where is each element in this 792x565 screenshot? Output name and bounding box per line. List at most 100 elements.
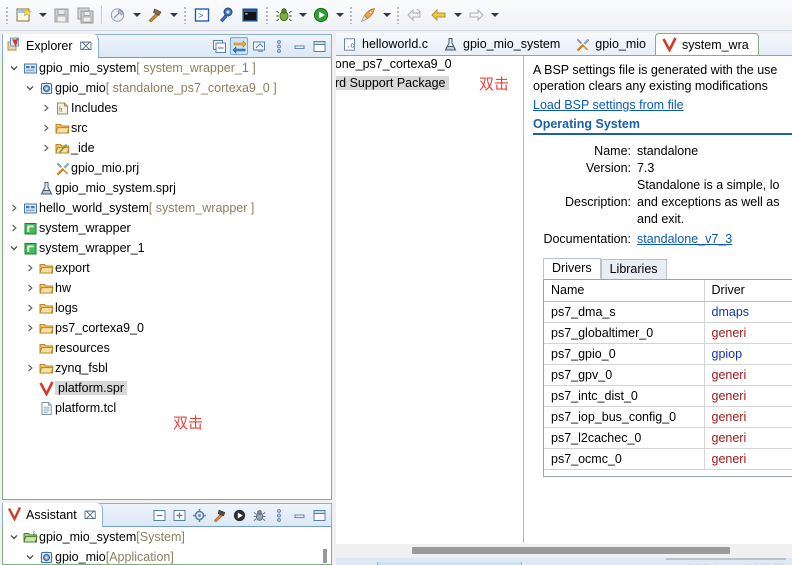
- tab-assistant[interactable]: Assistant ⌧: [3, 503, 104, 527]
- twisty-collapsed-icon[interactable]: [39, 143, 53, 153]
- tab-explorer[interactable]: Explorer ⌧: [3, 34, 100, 58]
- xsct-console-icon[interactable]: >: [190, 3, 214, 27]
- run-icon[interactable]: [309, 3, 333, 27]
- twisty-collapsed-icon[interactable]: [23, 363, 37, 373]
- maximize-icon[interactable]: [310, 37, 328, 55]
- explorer-tree-item-row[interactable]: hw: [3, 278, 331, 298]
- table-row[interactable]: ps7_iop_bus_config_0 generi: [544, 406, 792, 428]
- explorer-tree-item-row[interactable]: system_wrapper_1: [3, 238, 331, 258]
- twisty-collapsed-icon[interactable]: [23, 283, 37, 293]
- twisty-collapsed-icon[interactable]: [39, 103, 53, 113]
- collapse-all-icon[interactable]: [150, 506, 168, 524]
- twisty-expanded-icon[interactable]: [23, 83, 37, 93]
- explorer-tree-item-row[interactable]: platform.tcl: [3, 398, 331, 418]
- previous-annotation-dropdown-arrow[interactable]: [451, 3, 464, 27]
- assistant-tree[interactable]: s gpio_mio_system [System] gpio_mio [Appli…: [2, 527, 332, 565]
- explorer-tree-item-row[interactable]: gpio_mio [ standalone_ps7_cortexa9_0 ]: [3, 78, 331, 98]
- new-wizard-icon[interactable]: [12, 3, 36, 27]
- editor-hscrollbar-track[interactable]: [336, 544, 792, 558]
- link-with-editor-icon[interactable]: [230, 37, 248, 55]
- minimize-icon[interactable]: [290, 37, 308, 55]
- debug-icon[interactable]: [250, 506, 268, 524]
- editor-tab[interactable]: system_wra: [655, 33, 759, 55]
- driver-subtab[interactable]: Libraries: [600, 259, 667, 279]
- build-hammer-icon[interactable]: [143, 3, 167, 27]
- new-dropdown-arrow[interactable]: [36, 3, 49, 27]
- twisty-collapsed-icon[interactable]: [23, 323, 37, 333]
- settings-gear-icon[interactable]: [190, 506, 208, 524]
- terminal-icon[interactable]: [238, 3, 262, 27]
- drivers-table-wrapper[interactable]: Name Driver ps7_dma_s dmaps ps7_globaltimer…: [543, 279, 792, 477]
- twisty-collapsed-icon[interactable]: [39, 123, 53, 133]
- launch-dropdown-arrow[interactable]: [380, 3, 393, 27]
- minimize-icon[interactable]: [290, 506, 308, 524]
- explorer-tree-item-row[interactable]: gpio_mio_system [ system_wrapper_1 ]: [3, 58, 331, 78]
- explorer-tree-item-row[interactable]: platform.spr: [3, 378, 331, 398]
- table-row[interactable]: ps7_globaltimer_0 generi: [544, 322, 792, 344]
- previous-annotation-icon[interactable]: [427, 3, 451, 27]
- run-icon[interactable]: [230, 506, 248, 524]
- restore-icon[interactable]: [250, 37, 268, 55]
- twisty-collapsed-icon[interactable]: [7, 203, 21, 213]
- assistant-tree-item-row[interactable]: gpio_mio [Application]: [3, 547, 331, 564]
- build-hammer-icon[interactable]: [210, 506, 228, 524]
- drivers-table[interactable]: Name Driver ps7_dma_s dmaps ps7_globaltimer…: [544, 280, 792, 470]
- build-all-dropdown-arrow[interactable]: [130, 3, 143, 27]
- build-dropdown-arrow[interactable]: [167, 3, 180, 27]
- load-bsp-settings-link[interactable]: Load BSP settings from file: [533, 98, 684, 112]
- editor-tab[interactable]: gpio_mio_system: [437, 33, 570, 55]
- close-icon[interactable]: ⌧: [84, 509, 97, 522]
- explorer-tree-item-row[interactable]: resources: [3, 338, 331, 358]
- explorer-tree-item-row[interactable]: gpio_mio.prj: [3, 158, 331, 178]
- next-annotation-icon[interactable]: [464, 3, 488, 27]
- twisty-expanded-icon[interactable]: [23, 552, 37, 562]
- drivers-table-column-header[interactable]: Name: [544, 280, 704, 302]
- explorer-tree-item-row[interactable]: src: [3, 118, 331, 138]
- close-icon[interactable]: ⌧: [80, 40, 93, 53]
- editor-bottom-tab[interactable]: Hardware Specification: [377, 561, 522, 565]
- explorer-tree-item-row[interactable]: _ide: [3, 138, 331, 158]
- save-icon[interactable]: [49, 3, 73, 27]
- collapse-all-icon[interactable]: [210, 37, 228, 55]
- twisty-collapsed-icon[interactable]: [23, 263, 37, 273]
- twisty-collapsed-icon[interactable]: [7, 223, 21, 233]
- debug-dropdown-arrow[interactable]: [296, 3, 309, 27]
- assistant-tree-item-row[interactable]: s gpio_mio_system [System]: [3, 527, 331, 547]
- view-menu-icon[interactable]: [270, 37, 288, 55]
- program-fpga-icon[interactable]: [214, 3, 238, 27]
- table-row[interactable]: ps7_gpio_0 gpiop: [544, 343, 792, 365]
- os-documentation-link[interactable]: standalone_v7_3: [637, 232, 732, 246]
- drivers-table-column-header[interactable]: Driver: [703, 280, 792, 302]
- table-row[interactable]: ps7_l2cachec_0 generi: [544, 427, 792, 449]
- build-all-icon[interactable]: [106, 3, 130, 27]
- table-row[interactable]: ps7_gpv_0 generi: [544, 364, 792, 386]
- explorer-tree-item-row[interactable]: gpio_mio_system.sprj: [3, 178, 331, 198]
- editor-tab[interactable]: gpio_mio: [569, 33, 656, 55]
- debug-icon[interactable]: [272, 3, 296, 27]
- explorer-tree-item-row[interactable]: hello_world_system [ system_wrapper ]: [3, 198, 331, 218]
- next-annotation-dropdown-arrow[interactable]: [488, 3, 501, 27]
- explorer-tree-item-row[interactable]: zynq_fsbl: [3, 358, 331, 378]
- assistant-scrollbar[interactable]: [323, 549, 327, 563]
- twisty-expanded-icon[interactable]: [7, 532, 21, 542]
- table-row[interactable]: ps7_ocmc_0 generi: [544, 448, 792, 470]
- twisty-expanded-icon[interactable]: [7, 63, 21, 73]
- save-all-icon[interactable]: [73, 3, 97, 27]
- explorer-tree-item-row[interactable]: h Includes: [3, 98, 331, 118]
- explorer-tree-item-row[interactable]: logs: [3, 298, 331, 318]
- editor-hscrollbar-thumb[interactable]: [412, 547, 730, 554]
- explorer-tree-item-row[interactable]: system_wrapper: [3, 218, 331, 238]
- twisty-collapsed-icon[interactable]: [23, 303, 37, 313]
- expand-all-icon[interactable]: [170, 506, 188, 524]
- back-history-icon[interactable]: [403, 3, 427, 27]
- editor-tab[interactable]: .c helloworld.c: [336, 33, 438, 55]
- run-dropdown-arrow[interactable]: [333, 3, 346, 27]
- explorer-tree[interactable]: gpio_mio_system [ system_wrapper_1 ] gpio…: [2, 58, 332, 500]
- driver-subtab[interactable]: Drivers: [543, 258, 601, 279]
- explorer-tree-item-row[interactable]: ps7_cortexa9_0: [3, 318, 331, 338]
- maximize-icon[interactable]: [310, 506, 328, 524]
- view-menu-icon[interactable]: [270, 506, 288, 524]
- table-row[interactable]: ps7_intc_dist_0 generi: [544, 385, 792, 407]
- launch-rocket-icon[interactable]: [356, 3, 380, 27]
- table-row[interactable]: ps7_dma_s dmaps: [544, 301, 792, 323]
